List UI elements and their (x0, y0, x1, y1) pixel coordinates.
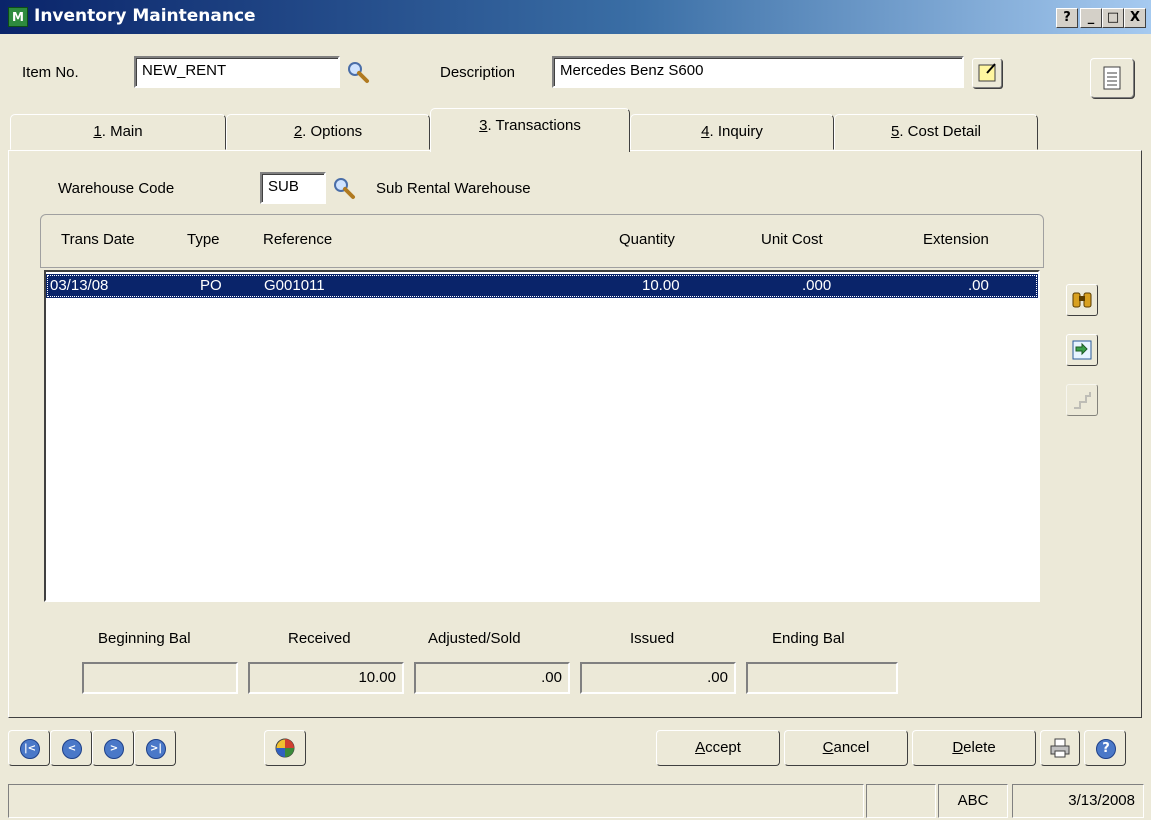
warehouse-lookup-icon[interactable] (332, 176, 356, 200)
status-mode: ABC (938, 784, 1008, 818)
cell-extension: .00 (968, 277, 989, 294)
help-button-bottom[interactable]: ? (1084, 730, 1126, 766)
description-label: Description (440, 64, 516, 81)
app-icon: M (8, 7, 28, 27)
warehouse-code-input[interactable]: SUB (260, 172, 326, 204)
status-pane-blank (866, 784, 936, 818)
minimize-button[interactable]: _ (1080, 8, 1102, 28)
vision-button[interactable] (264, 730, 306, 766)
ending-bal-value (746, 662, 898, 694)
close-button[interactable]: X (1124, 8, 1146, 28)
printer-icon (1050, 738, 1070, 758)
grid-header: Trans Date Type Reference Quantity Unit … (40, 214, 1044, 268)
ending-bal-label: Ending Bal (772, 630, 845, 647)
column-header-unit-cost[interactable]: Unit Cost (761, 231, 823, 248)
delete-button[interactable]: Delete (912, 730, 1036, 766)
notepad-icon (1103, 66, 1121, 90)
description-input[interactable]: Mercedes Benz S600 (552, 56, 964, 88)
last-record-icon: >| (146, 739, 166, 759)
next-record-button[interactable]: > (92, 730, 134, 766)
find-button[interactable] (1066, 284, 1098, 316)
column-header-reference[interactable]: Reference (263, 231, 332, 248)
beginning-bal-label: Beginning Bal (98, 630, 191, 647)
issued-value: .00 (580, 662, 736, 694)
item-no-input[interactable]: NEW_RENT (134, 56, 340, 88)
maximize-button[interactable]: □ (1102, 8, 1124, 28)
column-header-trans-date[interactable]: Trans Date (61, 231, 135, 248)
notes-button[interactable] (1090, 58, 1134, 98)
step-button[interactable] (1066, 384, 1098, 416)
transactions-grid[interactable]: 03/13/08 PO G001011 10.00 .000 .00 (44, 270, 1040, 602)
warehouse-code-label: Warehouse Code (58, 180, 175, 197)
item-no-label: Item No. (22, 64, 79, 81)
received-value: 10.00 (248, 662, 404, 694)
help-button[interactable]: ? (1056, 8, 1078, 28)
note-pencil-icon (978, 63, 996, 82)
warehouse-name: Sub Rental Warehouse (376, 180, 531, 197)
column-header-quantity[interactable]: Quantity (619, 231, 675, 248)
cell-unit-cost: .000 (802, 277, 832, 294)
cell-type: PO (200, 277, 222, 294)
tab-main[interactable]: 1. Main (10, 114, 226, 150)
last-record-button[interactable]: >| (134, 730, 176, 766)
next-record-icon: > (104, 739, 124, 759)
item-lookup-icon[interactable] (346, 60, 370, 84)
help-icon: ? (1096, 739, 1116, 759)
memo-button[interactable] (972, 58, 1002, 88)
tab-transactions[interactable]: 3. Transactions (430, 108, 630, 152)
adjusted-sold-value: .00 (414, 662, 570, 694)
window-title: Inventory Maintenance (34, 6, 256, 26)
previous-record-button[interactable]: < (50, 730, 92, 766)
first-record-icon: |< (20, 739, 40, 759)
cell-reference: G001011 (264, 277, 325, 294)
first-record-button[interactable]: |< (8, 730, 50, 766)
status-message (8, 784, 864, 818)
cell-trans-date: 03/13/08 (50, 277, 109, 294)
print-button[interactable] (1040, 730, 1080, 766)
tab-options[interactable]: 2. Options (226, 114, 430, 150)
beginning-bal-value (82, 662, 238, 694)
issued-label: Issued (630, 630, 675, 647)
title-bar[interactable]: M Inventory Maintenance ? _ □ X (0, 0, 1151, 34)
cell-quantity: 10.00 (642, 277, 680, 294)
steps-icon (1074, 392, 1091, 409)
column-header-extension[interactable]: Extension (923, 231, 989, 248)
table-row[interactable]: 03/13/08 PO G001011 10.00 .000 .00 (46, 274, 1038, 298)
status-date: 3/13/2008 (1012, 784, 1144, 818)
color-wheel-icon (275, 738, 295, 758)
tab-cost-detail[interactable]: 5. Cost Detail (834, 114, 1038, 150)
previous-record-icon: < (62, 739, 82, 759)
column-header-type[interactable]: Type (187, 231, 220, 248)
tab-inquiry[interactable]: 4. Inquiry (630, 114, 834, 150)
accept-button[interactable]: Accept (656, 730, 780, 766)
transfer-icon (1072, 340, 1092, 360)
binoculars-icon (1072, 292, 1092, 308)
received-label: Received (288, 630, 351, 647)
cancel-button[interactable]: Cancel (784, 730, 908, 766)
export-button[interactable] (1066, 334, 1098, 366)
adjusted-sold-label: Adjusted/Sold (428, 630, 521, 647)
